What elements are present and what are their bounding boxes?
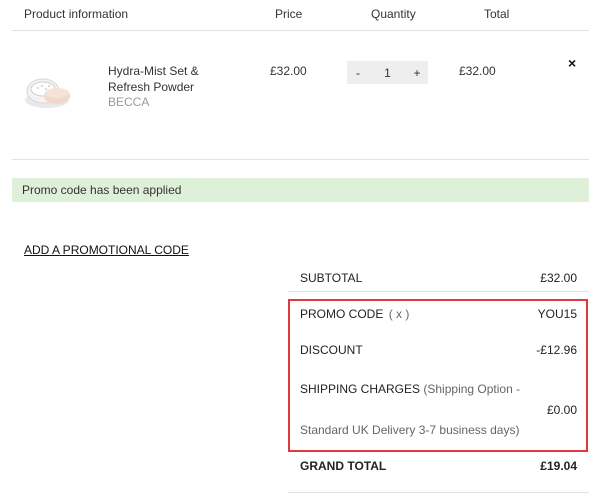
product-name[interactable]: Hydra-Mist Set & Refresh Powder — [108, 63, 218, 95]
grand-total-divider — [288, 492, 589, 493]
promo-applied-banner: Promo code has been applied — [12, 178, 589, 202]
quantity-stepper[interactable]: - 1 + — [347, 61, 428, 84]
quantity-increase-button[interactable]: + — [406, 66, 428, 80]
add-promo-code-link[interactable]: ADD A PROMOTIONAL CODE — [24, 243, 189, 257]
product-total: £32.00 — [459, 64, 496, 78]
product-image[interactable] — [22, 64, 72, 114]
header-divider — [12, 30, 589, 31]
shipping-option-text: (Shipping Option - — [423, 382, 521, 396]
discount-value: -£12.96 — [536, 343, 577, 357]
header-product-information: Product information — [24, 7, 129, 21]
product-brand: BECCA — [108, 95, 150, 109]
header-price: Price — [275, 7, 303, 21]
subtotal-label: SUBTOTAL — [300, 271, 363, 285]
promo-code-label-row: PROMO CODE ( x ) — [300, 307, 409, 321]
grand-total-value: £19.04 — [540, 459, 577, 473]
shipping-label-row: SHIPPING CHARGES (Shipping Option - — [300, 382, 520, 396]
header-quantity: Quantity — [371, 7, 416, 21]
grand-total-label: GRAND TOTAL — [300, 459, 387, 473]
header-total: Total — [484, 7, 510, 21]
shipping-value: £0.00 — [546, 403, 577, 417]
subtotal-divider — [288, 291, 589, 292]
row-divider — [12, 159, 589, 160]
shipping-charges-label: SHIPPING CHARGES — [300, 382, 421, 396]
shipping-option-detail: Standard UK Delivery 3-7 business days) — [300, 423, 520, 437]
product-price: £32.00 — [270, 64, 307, 78]
quantity-decrease-button[interactable]: - — [347, 66, 369, 80]
remove-item-icon[interactable]: × — [568, 55, 576, 71]
promo-code-label: PROMO CODE — [300, 307, 384, 321]
remove-promo-code-button[interactable]: ( x ) — [389, 307, 410, 321]
promo-code-value: YOU15 — [537, 307, 577, 321]
quantity-value[interactable]: 1 — [384, 66, 391, 80]
subtotal-value: £32.00 — [540, 271, 577, 285]
promo-applied-message: Promo code has been applied — [22, 183, 182, 197]
discount-label: DISCOUNT — [300, 343, 363, 357]
